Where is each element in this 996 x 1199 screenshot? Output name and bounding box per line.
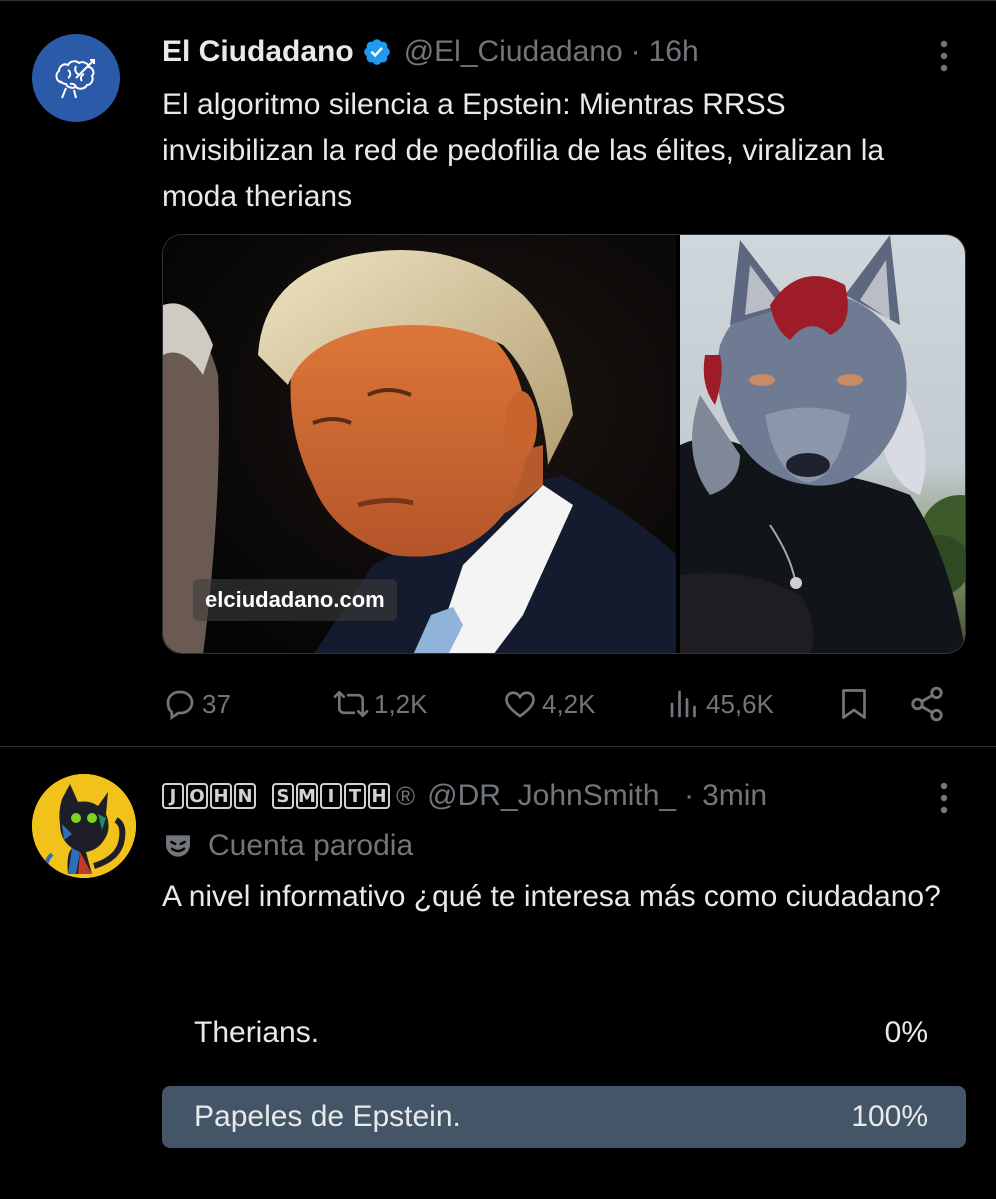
media-photo-man[interactable]: elciudadano.com	[163, 235, 676, 653]
parody-text: Cuenta parodia	[208, 829, 414, 862]
avatar[interactable]	[32, 774, 136, 878]
views-bar-chart-icon	[670, 690, 696, 718]
name-letter: S	[272, 783, 294, 809]
bookmark-button[interactable]	[836, 682, 872, 726]
tweet-header: El Ciudadano @El_Ciudadano · 16h	[162, 30, 699, 74]
name-letter: T	[344, 783, 366, 809]
poll-option-percent: 0%	[884, 1016, 928, 1049]
brain-logo-icon	[55, 59, 95, 99]
name-letter: O	[186, 783, 208, 809]
handle[interactable]: @DR_JohnSmith_	[427, 779, 676, 813]
more-vertical-icon[interactable]	[930, 38, 958, 74]
views-button[interactable]: 45,6K	[666, 682, 774, 726]
like-count: 4,2K	[542, 688, 596, 719]
reply-icon	[166, 690, 194, 721]
views-count: 45,6K	[706, 688, 774, 719]
bookmark-icon	[842, 689, 866, 719]
poll-option[interactable]: Therians. 0%	[162, 1002, 966, 1064]
like-button[interactable]: 4,2K	[502, 682, 596, 726]
tweet-text: El algoritmo silencia a Epstein: Mientra…	[162, 88, 885, 213]
repost-icon	[333, 690, 369, 718]
handle[interactable]: @El_Ciudadano	[404, 35, 623, 69]
repost-button[interactable]: 1,2K	[332, 682, 428, 726]
theater-mask-icon	[166, 835, 190, 857]
tweet-header: J O H N S M I T H ® @DR_JohnSmith_ · 3mi…	[162, 776, 767, 816]
parody-account-label: Cuenta parodia	[162, 826, 413, 866]
reply-button[interactable]: 37	[162, 682, 231, 726]
poll-option-percent: 100%	[851, 1100, 928, 1133]
heart-icon	[505, 691, 535, 718]
poll-option-label: Papeles de Epstein.	[194, 1100, 461, 1133]
repost-count: 1,2K	[374, 688, 428, 719]
name-letter: H	[368, 783, 390, 809]
display-name[interactable]: El Ciudadano	[162, 35, 354, 69]
poll: Therians. 0% Papeles de Epstein. 100%	[162, 1002, 966, 1168]
tweet-el-ciudadano[interactable]: El Ciudadano @El_Ciudadano · 16h El algo…	[0, 0, 996, 746]
separator: ·	[630, 35, 641, 68]
timestamp[interactable]: 3min	[702, 779, 767, 813]
name-letter: J	[162, 783, 184, 809]
name-letter: M	[296, 783, 318, 809]
registered-mark: ®	[396, 780, 416, 811]
cat-mosaic-avatar-icon	[32, 774, 136, 878]
avatar[interactable]	[32, 34, 120, 122]
poll-option-label: Therians.	[194, 1016, 320, 1049]
name-letter: N	[234, 783, 256, 809]
more-vertical-icon[interactable]	[930, 780, 958, 816]
separator: ·	[684, 779, 695, 812]
photo-illustration-mask	[679, 235, 965, 653]
share-button[interactable]	[908, 682, 946, 726]
timestamp[interactable]: 16h	[649, 35, 699, 69]
reply-count: 37	[202, 688, 231, 719]
display-name[interactable]: J O H N S M I T H	[162, 783, 392, 809]
media-photo-therian[interactable]	[679, 235, 965, 653]
tweet-media[interactable]: elciudadano.com	[162, 234, 966, 654]
verified-badge-icon	[363, 39, 390, 65]
tweet-actions: 37 1,2K 4,2K 45,6K	[162, 682, 952, 726]
name-letter: I	[320, 783, 342, 809]
poll-option[interactable]: Papeles de Epstein. 100%	[162, 1086, 966, 1148]
name-letter: H	[210, 783, 232, 809]
tweet-divider	[0, 746, 996, 747]
media-watermark: elciudadano.com	[193, 579, 397, 621]
tweet-text: A nivel informativo ¿qué te interesa más…	[162, 880, 941, 913]
share-icon	[911, 686, 943, 722]
